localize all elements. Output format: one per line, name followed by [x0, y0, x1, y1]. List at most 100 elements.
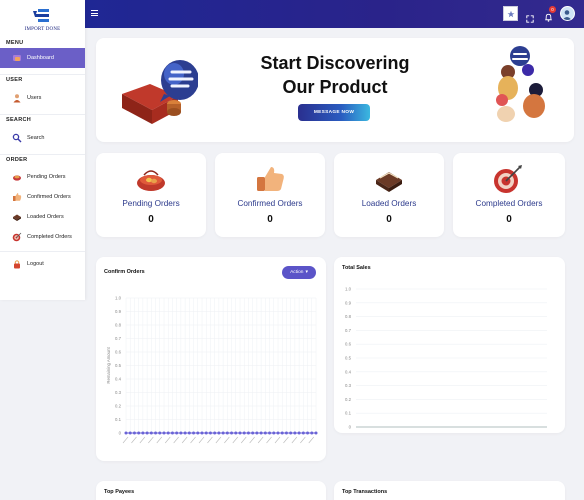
data-point	[242, 431, 246, 435]
x-tick-mark	[266, 436, 272, 444]
x-tick-mark	[139, 436, 146, 444]
x-tick-mark	[122, 436, 129, 444]
avatar[interactable]	[560, 6, 575, 21]
notification-badge: 0	[549, 6, 556, 13]
data-point	[268, 431, 272, 435]
x-tick-mark	[173, 436, 179, 444]
fullscreen-icon[interactable]	[526, 10, 534, 28]
sidebar-item-completed-orders[interactable]: Completed Orders	[0, 227, 85, 247]
data-point	[289, 431, 293, 435]
logo-text: IMPORT DONE	[24, 27, 61, 32]
x-tick-mark	[300, 436, 306, 444]
top-transactions-panel: Top Transactions	[334, 481, 565, 500]
data-point	[170, 431, 174, 435]
x-tick-mark	[131, 436, 137, 444]
data-point	[192, 431, 196, 435]
panel-title: Total Sales	[342, 265, 371, 271]
y-tick-label: 0.8	[115, 323, 122, 328]
sidebar-item-label: Logout	[27, 261, 44, 267]
language-flag-icon[interactable]	[503, 6, 518, 21]
data-point	[255, 431, 259, 435]
x-tick-mark	[257, 436, 264, 444]
y-tick-label: 0.2	[345, 397, 352, 402]
data-point	[149, 431, 153, 435]
data-point	[297, 431, 301, 435]
data-point	[132, 431, 136, 435]
stat-label: Completed Orders	[475, 199, 543, 208]
sidebar: IMPORT DONE MENU Dashboard USER Users SE…	[0, 0, 85, 300]
logo[interactable]: IMPORT DONE	[0, 0, 85, 38]
sidebar-item-pending-orders[interactable]: Pending Orders	[0, 167, 85, 187]
confirm-orders-chart: 1.0 0.9 0.8 0.7 0.6 0.5 0.4 0.3 0.2 0.1 0 Remaining…	[106, 296, 318, 444]
y-tick-label: 0.7	[345, 328, 352, 333]
user-icon	[11, 93, 22, 104]
sidebar-item-label: Confirmed Orders	[27, 194, 71, 200]
panel-title: Top Payees	[104, 489, 135, 495]
data-point	[272, 431, 276, 435]
stat-card-confirmed-orders[interactable]: Confirmed Orders 0	[215, 153, 325, 237]
stat-label: Loaded Orders	[361, 199, 417, 208]
data-point	[154, 431, 158, 435]
stat-card-completed-orders[interactable]: Completed Orders 0	[453, 153, 565, 237]
data-point	[284, 431, 288, 435]
confirm-orders-panel: Confirm Orders Action ▾ 1.0 0.9 0.8 0.7 0.6 0…	[96, 257, 326, 461]
action-button-label: Action	[290, 270, 304, 275]
data-point	[306, 431, 310, 435]
sidebar-item-loaded-orders[interactable]: Loaded Orders	[0, 207, 85, 227]
pending-orders-icon	[11, 172, 22, 183]
stat-card-pending-orders[interactable]: Pending Orders 0	[96, 153, 206, 237]
hamburger-menu-icon[interactable]	[91, 10, 98, 18]
data-point	[263, 431, 267, 435]
x-tick-mark	[190, 436, 196, 444]
completed-orders-icon	[11, 232, 22, 243]
search-icon	[11, 133, 22, 144]
y-tick-label: 0.8	[345, 314, 352, 319]
y-tick-label: 0	[119, 431, 122, 436]
wallet-icon	[137, 170, 165, 191]
data-point	[200, 431, 204, 435]
sidebar-item-logout[interactable]: Logout	[0, 254, 85, 274]
data-point	[128, 431, 132, 435]
panel-title: Confirm Orders	[104, 269, 145, 275]
data-point	[314, 431, 318, 435]
message-now-button[interactable]: MESSAGE NOW	[298, 104, 370, 121]
chevron-down-icon: ▾	[305, 270, 308, 275]
stat-card-loaded-orders[interactable]: Loaded Orders 0	[334, 153, 444, 237]
stat-value: 0	[267, 214, 273, 225]
sidebar-item-users[interactable]: Users	[0, 88, 85, 108]
top-bar: 0	[85, 0, 584, 28]
y-tick-label: 0	[349, 425, 352, 430]
section-title-search: SEARCH	[6, 117, 32, 123]
sidebar-item-confirmed-orders[interactable]: Confirmed Orders	[0, 187, 85, 207]
x-tick-mark	[181, 436, 188, 444]
loaded-orders-icon	[11, 212, 22, 223]
action-dropdown-button[interactable]: Action ▾	[282, 266, 316, 279]
y-tick-label: 0.5	[345, 356, 352, 361]
sidebar-item-search[interactable]: Search	[0, 128, 85, 148]
y-tick-label: 0.5	[115, 363, 122, 368]
data-point	[276, 431, 280, 435]
x-tick-mark	[224, 436, 230, 444]
sidebar-item-dashboard[interactable]: Dashboard	[0, 48, 85, 68]
data-point	[225, 431, 229, 435]
data-point	[183, 431, 187, 435]
data-point	[137, 431, 141, 435]
y-tick-label: 0.4	[345, 369, 352, 374]
x-tick-mark	[232, 436, 239, 444]
data-point	[145, 431, 149, 435]
y-tick-label: 1.0	[345, 287, 352, 292]
x-tick-mark	[240, 436, 247, 444]
x-tick-mark	[156, 436, 163, 444]
y-tick-label: 0.3	[115, 390, 122, 395]
x-tick-mark	[249, 436, 255, 444]
y-tick-label: 0.4	[115, 377, 122, 382]
dashboard-icon	[11, 53, 22, 64]
x-tick-mark	[164, 436, 171, 444]
logout-icon	[11, 259, 22, 270]
y-tick-label: 0.7	[115, 336, 122, 341]
y-tick-label: 0.1	[115, 417, 122, 422]
data-point	[158, 431, 162, 435]
data-point	[187, 431, 191, 435]
top-payees-panel: Top Payees	[96, 481, 326, 500]
data-point	[280, 431, 284, 435]
